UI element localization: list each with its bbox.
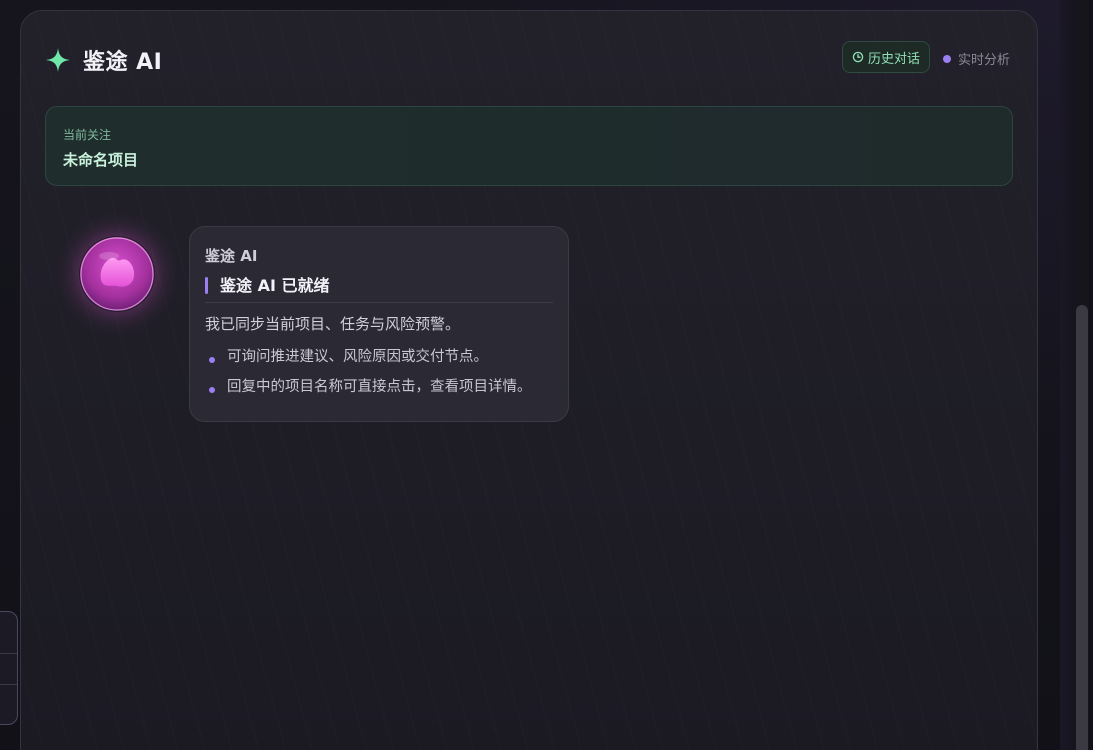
status-label: 实时分析 [958, 53, 1011, 68]
current-focus-card[interactable]: 当前关注 未命名项目 [45, 106, 1013, 186]
app-title: 鉴途 AI [83, 50, 163, 75]
message-text: 我已同步当前项目、任务与风险预警。 [205, 315, 461, 333]
bullet-dot-icon [209, 387, 215, 393]
side-tab-divider [0, 653, 17, 654]
ai-message-bubble: 鉴途 AI 鉴途 AI 已就绪 我已同步当前项目、任务与风险预警。 可询问推进建… [189, 226, 569, 422]
clock-icon [852, 51, 864, 63]
page: 鉴途 AI 历史对话 实时分析 当前关注 未命名项目 鉴途 AI 鉴途 AI 已… [0, 0, 1093, 750]
scrollbar-thumb[interactable] [1076, 305, 1088, 750]
bullet-text: 可询问推进建议、风险原因或交付节点。 [227, 349, 488, 365]
list-item: 可询问推进建议、风险原因或交付节点。 [205, 346, 532, 376]
message-bullet-list: 可询问推进建议、风险原因或交付节点。 回复中的项目名称可直接点击，查看项目详情。 [205, 346, 532, 406]
focus-project-name[interactable]: 未命名项目 [63, 149, 138, 170]
ai-chat-panel: 鉴途 AI 历史对话 实时分析 当前关注 未命名项目 鉴途 AI 鉴途 AI 已… [20, 10, 1038, 750]
message-sender: 鉴途 AI [205, 247, 258, 265]
message-heading: 鉴途 AI 已就绪 [205, 275, 329, 297]
history-chat-button[interactable]: 历史对话 [842, 41, 931, 73]
realtime-status: 实时分析 [943, 49, 1010, 68]
side-floating-tab[interactable] [0, 611, 18, 725]
sparkle-icon [46, 48, 70, 72]
history-chat-label: 历史对话 [868, 51, 921, 67]
message-divider [205, 302, 553, 303]
focus-label: 当前关注 [63, 128, 112, 142]
bullet-dot-icon [209, 357, 215, 363]
status-dot-icon [943, 54, 951, 63]
list-item: 回复中的项目名称可直接点击，查看项目详情。 [205, 376, 532, 406]
ai-avatar [80, 237, 154, 311]
bullet-text: 回复中的项目名称可直接点击，查看项目详情。 [227, 379, 532, 395]
side-tab-divider [0, 684, 17, 685]
